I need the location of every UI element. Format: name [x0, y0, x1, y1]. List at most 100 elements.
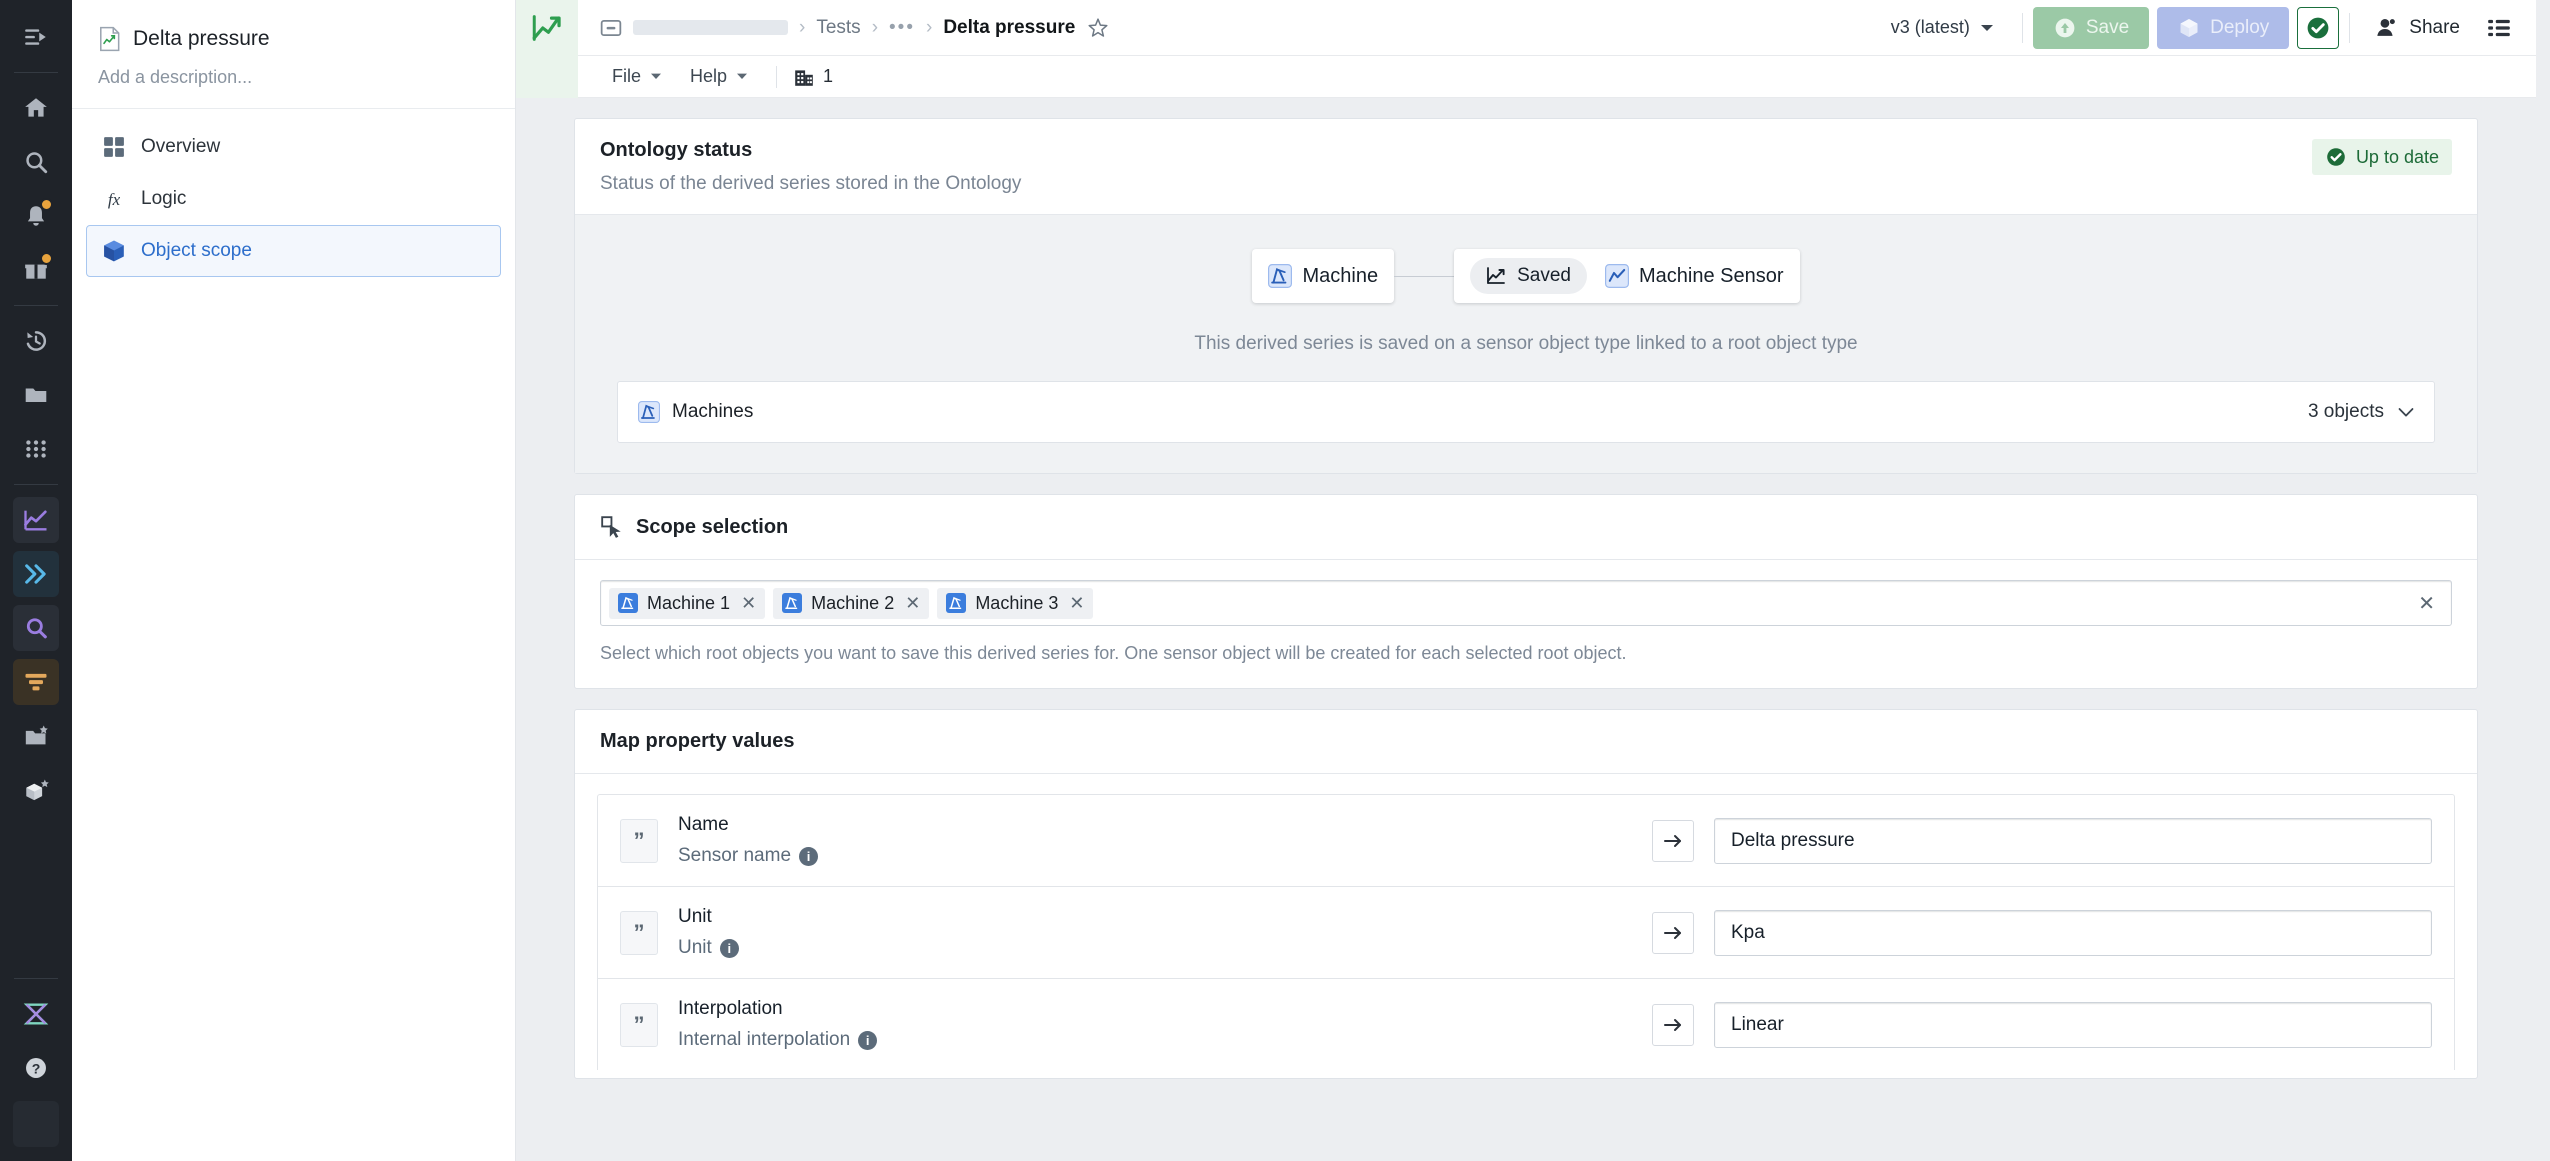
machine-object-icon [946, 593, 967, 613]
validation-status-button[interactable] [2297, 6, 2340, 49]
save-button[interactable]: Save [2032, 6, 2150, 49]
notifications-button[interactable] [13, 193, 59, 239]
version-selector[interactable]: v3 (latest) [1873, 17, 2012, 38]
share-button[interactable]: Share [2360, 15, 2474, 40]
apps-grid-button[interactable] [13, 426, 59, 472]
validation-check-icon [2307, 17, 2329, 38]
property-value-input[interactable] [1714, 909, 2432, 956]
fx-function-icon: fx [101, 188, 127, 210]
remove-tag-icon[interactable]: ✕ [741, 593, 756, 614]
chart-app-button[interactable] [13, 497, 59, 543]
map-property-values-header: Map property values [575, 710, 2477, 774]
ontology-graph-note: This derived series is saved on a sensor… [1194, 333, 1858, 354]
home-button[interactable] [13, 85, 59, 131]
maps-to-arrow-button[interactable] [1652, 1003, 1694, 1046]
content-scrollbar[interactable] [2536, 0, 2550, 1161]
quote-string-icon: ” [620, 818, 658, 863]
property-value-input[interactable] [1714, 817, 2432, 864]
collapse-sidebar-button[interactable] [13, 14, 59, 60]
object-star-button[interactable] [13, 767, 59, 813]
search-app-button[interactable] [13, 605, 59, 651]
pipeline-app-icon [25, 564, 46, 584]
filter-app-button[interactable] [13, 659, 59, 705]
deploy-button[interactable]: Deploy [2157, 6, 2290, 49]
menu-file-label: File [612, 66, 642, 86]
app-logo-button[interactable] [516, 0, 578, 56]
ontology-graph-panel: Machine Saved Machine Sensor This derive… [575, 214, 2477, 473]
menu-file[interactable]: File [600, 60, 674, 93]
home-icon [25, 98, 47, 117]
property-source-group: Unit i [678, 937, 1632, 959]
top-bar-actions: v3 (latest) Save Deploy Share [1873, 6, 2536, 49]
description-placeholder[interactable]: Add a description... [98, 67, 489, 88]
chart-app-icon [24, 510, 47, 531]
sidebar-item-overview[interactable]: Overview [86, 121, 501, 173]
maps-to-arrow-button[interactable] [1652, 819, 1694, 862]
rail-divider [14, 305, 58, 306]
scope-tag[interactable]: Machine 2 ✕ [773, 587, 930, 619]
svg-text:?: ? [32, 1060, 41, 1076]
info-icon[interactable]: i [858, 1030, 878, 1050]
scope-tag-input[interactable]: Machine 1 ✕ Machine 2 ✕ Machine 3 ✕ ✕ [600, 580, 2452, 626]
breadcrumb-item-tests[interactable]: Tests [816, 17, 860, 39]
clear-all-icon[interactable]: ✕ [2412, 591, 2441, 616]
ontology-graph: Machine Saved Machine Sensor This derive… [599, 249, 2453, 355]
property-value-input[interactable] [1714, 1001, 2432, 1048]
machine-object-icon [638, 401, 660, 423]
maps-to-arrow-button[interactable] [1652, 911, 1694, 954]
info-icon[interactable]: i [719, 938, 739, 958]
breadcrumb-skeleton[interactable] [633, 20, 788, 35]
remove-tag-icon[interactable]: ✕ [1069, 593, 1084, 614]
sidebar-title-row: Delta pressure [98, 26, 489, 52]
page-title: Delta pressure [133, 27, 270, 50]
breadcrumb-overflow-button[interactable]: ••• [889, 17, 915, 39]
object-count-label: 3 objects [2307, 401, 2384, 422]
breadcrumb-separator: › [799, 16, 806, 38]
organization-indicator[interactable]: 1 [793, 66, 833, 88]
star-outline-icon[interactable] [1086, 16, 1110, 40]
saved-pill-label: Saved [1517, 265, 1571, 286]
filter-app-icon [25, 673, 47, 691]
help-button[interactable]: ? [13, 1045, 59, 1091]
ontology-status-heading: Ontology status Status of the derived se… [600, 139, 1021, 195]
toolbar-divider [2021, 12, 2023, 43]
object-count-group[interactable]: 3 objects [2308, 401, 2414, 423]
derived-series-sidebar: Delta pressure Add a description... Over… [72, 0, 516, 1161]
search-button[interactable] [13, 139, 59, 185]
share-button-label: Share [2409, 16, 2460, 38]
pipeline-app-button[interactable] [13, 551, 59, 597]
sidebar-item-object-scope[interactable]: Object scope [86, 225, 501, 277]
ontology-icon [23, 1003, 49, 1025]
object-type-row[interactable]: Machines 3 objects [617, 381, 2435, 443]
info-icon[interactable]: i [799, 846, 819, 866]
project-icon[interactable] [600, 17, 622, 39]
chevron-down-icon [737, 73, 748, 79]
content-scroll-area[interactable]: Ontology status Status of the derived se… [516, 98, 2536, 1161]
scope-tag[interactable]: Machine 1 ✕ [609, 587, 766, 619]
deploy-button-label: Deploy [2210, 16, 2270, 38]
scope-tag[interactable]: Machine 3 ✕ [937, 587, 1094, 619]
sidebar-item-logic[interactable]: fx Logic [86, 173, 501, 225]
main-region: › Tests › ••• › Delta pressure v3 (lates… [516, 0, 2536, 1161]
menu-help[interactable]: Help [678, 60, 760, 93]
ontology-status-card: Ontology status Status of the derived se… [574, 118, 2478, 474]
check-circle-icon [2327, 148, 2345, 166]
saved-series-icon [1487, 267, 1505, 284]
folder-star-button[interactable] [13, 713, 59, 759]
sensor-object-node[interactable]: Saved Machine Sensor [1454, 249, 1800, 303]
gifts-button[interactable] [13, 247, 59, 293]
folder-button[interactable] [13, 372, 59, 418]
menu-items: File Help 1 [578, 60, 833, 93]
svg-text:fx: fx [108, 190, 121, 209]
remove-tag-icon[interactable]: ✕ [905, 593, 920, 614]
property-map-row: ” Interpolation Internal interpolation i [597, 978, 2455, 1070]
maps-to-arrow-icon [1664, 1018, 1681, 1031]
root-object-node[interactable]: Machine [1252, 249, 1395, 303]
user-avatar-placeholder[interactable] [13, 1101, 59, 1147]
list-view-button[interactable] [2474, 15, 2518, 41]
recent-history-button[interactable] [13, 318, 59, 364]
menu-help-label: Help [690, 66, 728, 86]
property-map-row: ” Name Sensor name i [597, 794, 2455, 886]
ontology-button[interactable] [13, 991, 59, 1037]
quote-string-icon: ” [620, 1002, 658, 1047]
